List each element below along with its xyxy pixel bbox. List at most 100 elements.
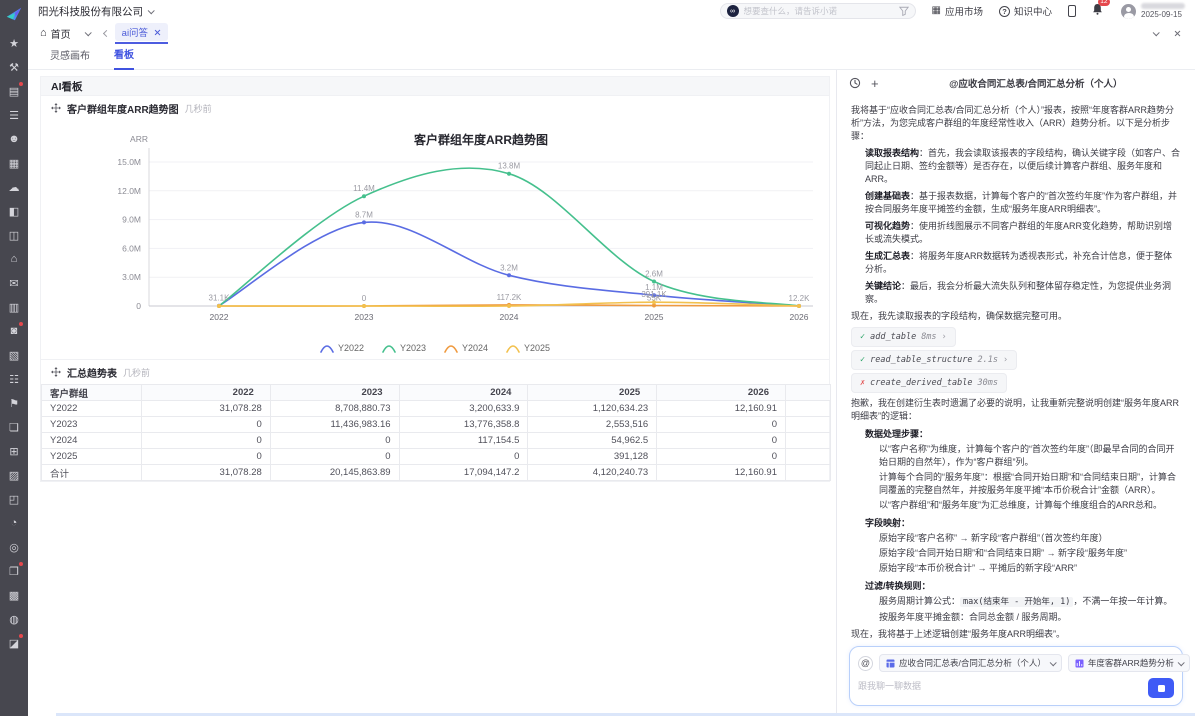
svg-text:3.2M: 3.2M — [500, 263, 518, 272]
sidebar-item-flag-icon[interactable]: ⚑ — [0, 391, 28, 415]
tab-ai-qa[interactable]: ai问答 — [115, 23, 168, 41]
sidebar-item-procurement-icon[interactable]: ◧ — [0, 199, 28, 223]
sidebar-item-workspace-icon[interactable]: ⌂ — [0, 247, 28, 271]
mention-button[interactable]: @ — [858, 656, 873, 671]
table-row: Y202400117,154.554,962.50 — [42, 433, 831, 449]
sidebar-item-calendar-icon[interactable]: ◰ — [0, 487, 28, 511]
tool-call-add_table[interactable]: ✓add_table8ms› — [851, 327, 956, 347]
knowledge-center-button[interactable]: ? 知识中心 — [999, 4, 1052, 18]
sidebar-item-tools-icon[interactable]: ⚒ — [0, 55, 28, 79]
sidebar-item-security-icon[interactable]: ◙ — [0, 319, 28, 343]
notification-dot — [19, 634, 23, 638]
tool-call-create_derived_table[interactable]: ✗create_derived_table30ms — [851, 373, 1007, 393]
app-logo-icon[interactable] — [5, 5, 23, 23]
tool-call-read_table_structure[interactable]: ✓read_table_structure2.1s› — [851, 350, 1017, 370]
context-chip-method[interactable]: 年度客群ARR趋势分析 — [1068, 654, 1190, 672]
phone-icon — [1068, 5, 1076, 17]
sidebar-item-favorites-icon[interactable]: ★ — [0, 31, 28, 55]
chat-detail-line: 以“客户群组”和“服务年度”为汇总维度，计算每个维度组合的ARR总和。 — [879, 499, 1181, 512]
chat-title[interactable]: @应收合同汇总表/合同汇总分析（个人） — [889, 76, 1183, 90]
close-panel-icon[interactable] — [1174, 30, 1181, 37]
tab-scroll-left-icon[interactable] — [103, 29, 110, 36]
sidebar-item-sync-icon[interactable]: ◔ — [0, 511, 28, 535]
sidebar-item-billing-card-icon[interactable]: ▤ — [0, 79, 28, 103]
sidebar-item-grid-icon[interactable]: ▩ — [0, 583, 28, 607]
svg-text:2024: 2024 — [500, 312, 519, 322]
tool-call-line: ✓read_table_structure2.1s› — [851, 350, 1181, 370]
table-cell — [786, 401, 831, 417]
expand-icon: › — [942, 331, 947, 344]
svg-text:13.8M: 13.8M — [498, 162, 521, 171]
legend-item-Y2023[interactable]: Y2023 — [382, 343, 426, 353]
detail-text: 以“客户群组”和“服务年度”为汇总维度，计算每个维度组合的ARR总和。 — [879, 500, 1162, 510]
global-search-input[interactable]: ∞ 想要查什么，请告诉小诺 — [720, 3, 916, 19]
legend-item-Y2022[interactable]: Y2022 — [320, 343, 364, 353]
tab-dashboard[interactable]: 看板 — [114, 46, 134, 70]
step-lead: 读取报表结构 — [865, 148, 919, 158]
tool-name: read_table_structure — [870, 354, 972, 367]
notifications-button[interactable]: 12 — [1092, 2, 1103, 20]
table-cell: Y2023 — [42, 417, 142, 433]
user-menu[interactable]: 2025-09-15 — [1121, 3, 1185, 19]
sidebar-item-forms-icon[interactable]: ❏ — [0, 415, 28, 439]
chat-input-box[interactable]: @ 应收合同汇总表/合同汇总分析（个人） — [849, 646, 1183, 706]
move-icon[interactable] — [51, 103, 61, 113]
legend-label: Y2022 — [338, 343, 364, 353]
sidebar-item-print-icon[interactable]: ☷ — [0, 367, 28, 391]
new-chat-button[interactable]: + — [871, 77, 879, 90]
ai-chat-panel: + @应收合同汇总表/合同汇总分析（个人） 我将基于“应收合同汇总表/合同汇总分… — [836, 70, 1195, 716]
app-sidebar: ★⚒▤☰☻▦☁◧◫⌂✉▥◙▧☷⚑❏⊞▨◰◔◎❐▩◍◪ — [0, 0, 28, 716]
tool-duration: 2.1s — [977, 354, 997, 367]
sidebar-item-assets-icon[interactable]: ◫ — [0, 223, 28, 247]
svg-text:3.0M: 3.0M — [122, 272, 141, 282]
sidebar-item-cards-icon[interactable]: ⊞ — [0, 439, 28, 463]
svg-text:2022: 2022 — [210, 312, 229, 322]
sidebar-item-folder-icon[interactable]: ❐ — [0, 559, 28, 583]
sidebar-item-compass-icon[interactable]: ◎ — [0, 535, 28, 559]
notification-badge: 12 — [1098, 0, 1110, 6]
chat-context-row: @ 应收合同汇总表/合同汇总分析（个人） — [858, 654, 1174, 672]
legend-item-Y2025[interactable]: Y2025 — [506, 343, 550, 353]
svg-text:31.1K: 31.1K — [209, 294, 231, 303]
collapse-icon[interactable] — [1153, 29, 1160, 36]
sidebar-item-docs-icon[interactable]: ▨ — [0, 463, 28, 487]
move-icon[interactable] — [51, 367, 61, 377]
context-chip-report[interactable]: 应收合同汇总表/合同汇总分析（个人） — [879, 654, 1062, 672]
dashboard-title: AI看板 — [51, 79, 83, 94]
company-switcher[interactable]: 阳光科技股份有限公司 — [38, 4, 153, 19]
tab-inspiration-canvas[interactable]: 灵感画布 — [50, 47, 90, 69]
home-tab-label: 首页 — [51, 26, 71, 41]
svg-text:客户群组年度ARR趋势图: 客户群组年度ARR趋势图 — [413, 132, 548, 147]
table-updated-ago: 几秒前 — [123, 366, 150, 379]
table-cell — [786, 465, 831, 481]
tab-home[interactable]: ⌂ 首页 — [40, 26, 71, 41]
legend-item-Y2024[interactable]: Y2024 — [444, 343, 488, 353]
table-cell: 31,078.28 — [142, 465, 271, 481]
sidebar-item-mail-icon[interactable]: ✉ — [0, 271, 28, 295]
sidebar-item-cloud-service-icon[interactable]: ☁ — [0, 175, 28, 199]
table-cell: 4,120,240.73 — [528, 465, 657, 481]
sidebar-item-monitor-icon[interactable]: ▥ — [0, 295, 28, 319]
table-icon — [886, 659, 895, 668]
close-tab-icon[interactable] — [154, 29, 161, 36]
context-chip-report-label: 应收合同汇总表/合同汇总分析（个人） — [899, 657, 1046, 669]
table-cell: 0 — [657, 433, 786, 449]
sidebar-item-disc-icon[interactable]: ◍ — [0, 607, 28, 631]
sidebar-item-report-board-icon[interactable]: ▦ — [0, 151, 28, 175]
filter-icon[interactable] — [899, 6, 909, 16]
avatar — [1121, 4, 1136, 19]
app-market-button[interactable]: ▦ 应用市场 — [932, 4, 983, 18]
table-cell: 31,078.28 — [142, 401, 271, 417]
sidebar-item-contacts-icon[interactable]: ☻ — [0, 127, 28, 151]
mobile-app-button[interactable] — [1068, 5, 1076, 17]
sidebar-item-stats-icon[interactable]: ◪ — [0, 631, 28, 655]
sidebar-item-briefcase-icon[interactable]: ▧ — [0, 343, 28, 367]
table-cell: 0 — [270, 433, 399, 449]
sidebar-item-modules-icon[interactable]: ☰ — [0, 103, 28, 127]
tab-list-caret-icon[interactable] — [84, 29, 91, 36]
history-clock-icon[interactable] — [849, 77, 861, 89]
company-name: 阳光科技股份有限公司 — [38, 4, 143, 19]
stop-generation-button[interactable] — [1148, 678, 1174, 698]
detail-text: 计算每个合同的“服务年度”：根据“合同开始日期”和“合同结束日期”，计算合同覆盖… — [879, 472, 1176, 495]
summary-table: 客户群组20222023202420252026Y202231,078.288,… — [41, 384, 831, 481]
